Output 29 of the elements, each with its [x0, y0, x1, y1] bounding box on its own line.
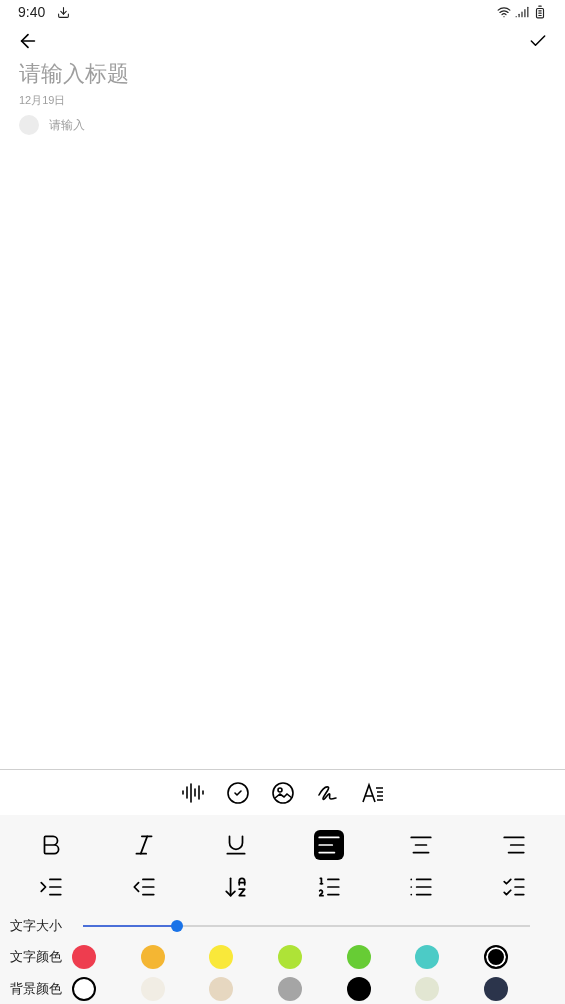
color-swatch[interactable] — [483, 977, 508, 1001]
status-time: 9:40 — [18, 2, 46, 22]
color-swatch[interactable] — [209, 945, 234, 969]
check-circle-icon[interactable] — [225, 780, 250, 805]
battery-icon — [533, 5, 547, 19]
color-swatch[interactable] — [72, 977, 96, 1001]
slider-thumb[interactable] — [170, 920, 183, 932]
date-label: 12月19日 — [19, 93, 67, 108]
color-swatch[interactable] — [277, 945, 302, 969]
color-label: 文字颜色 — [10, 948, 63, 967]
color-swatch[interactable] — [346, 945, 371, 969]
color-swatch[interactable] — [72, 945, 96, 969]
color-swatch[interactable] — [346, 977, 371, 1001]
audio-wave-icon[interactable] — [180, 780, 205, 805]
color-swatch[interactable] — [277, 977, 302, 1001]
download-icon — [57, 5, 71, 19]
color-label: 背景颜色 — [10, 980, 63, 999]
signal-icon — [515, 5, 529, 19]
title-field[interactable]: 请输入标题 — [19, 58, 546, 88]
color-swatch[interactable] — [140, 945, 165, 969]
color-swatch[interactable] — [415, 945, 440, 969]
color-swatch[interactable] — [415, 977, 440, 1001]
color-swatch[interactable] — [209, 977, 234, 1001]
wifi-icon — [497, 5, 511, 19]
item-field[interactable]: 请输入 — [49, 115, 204, 134]
image-icon[interactable] — [270, 780, 295, 805]
color-swatch[interactable] — [483, 945, 508, 969]
align-left-button[interactable] — [313, 830, 344, 860]
font-size-label: 文字大小 — [10, 917, 63, 936]
